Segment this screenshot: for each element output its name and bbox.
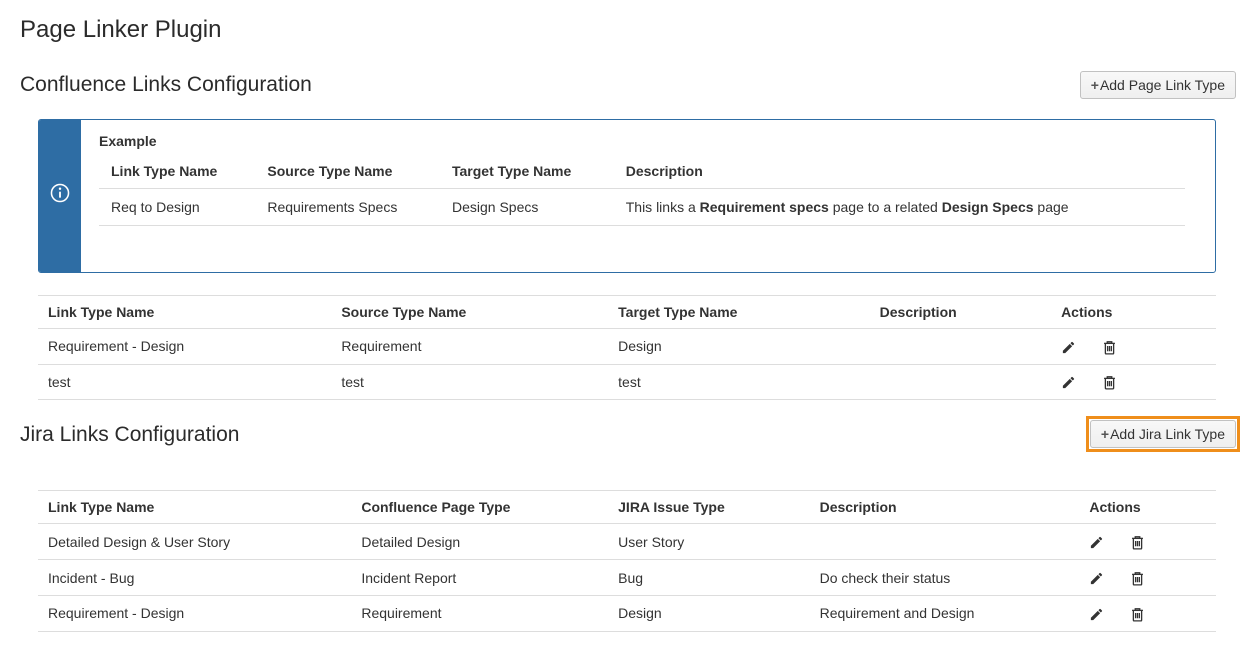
cell-description xyxy=(870,364,1051,400)
edit-icon[interactable] xyxy=(1089,571,1104,586)
info-icon xyxy=(49,182,71,209)
table-header-row: Link Type Name Source Type Name Target T… xyxy=(38,295,1216,328)
table-row: Incident - Bug Incident Report Bug Do ch… xyxy=(38,560,1216,596)
jira-section-heading: Jira Links Configuration xyxy=(20,422,239,447)
add-jira-link-type-label: Add Jira Link Type xyxy=(1110,426,1225,442)
cell-actions xyxy=(1051,328,1216,364)
table-row: Detailed Design & User Story Detailed De… xyxy=(38,524,1216,560)
cell-link-type: Requirement - Design xyxy=(38,595,351,631)
cell-actions xyxy=(1079,560,1216,596)
column-header-target-type: Target Type Name xyxy=(608,295,870,328)
add-page-link-type-button[interactable]: + Add Page Link Type xyxy=(1080,71,1236,99)
edit-icon[interactable] xyxy=(1089,607,1104,622)
delete-icon[interactable] xyxy=(1102,340,1117,355)
cell-page-type: Requirement xyxy=(351,595,608,631)
column-header-source-type: Source Type Name xyxy=(331,295,608,328)
cell-target-type: Design xyxy=(608,328,870,364)
jira-section-header: Jira Links Configuration + Add Jira Link… xyxy=(20,416,1236,452)
cell-target-type: Design Specs xyxy=(440,188,614,225)
column-header-link-type: Link Type Name xyxy=(38,295,331,328)
edit-icon[interactable] xyxy=(1061,340,1076,355)
confluence-links-table: Link Type Name Source Type Name Target T… xyxy=(38,295,1216,401)
cell-source-type: Requirement xyxy=(331,328,608,364)
cell-link-type: Requirement - Design xyxy=(38,328,331,364)
example-row: Req to Design Requirements Specs Design … xyxy=(99,188,1185,225)
add-jira-link-type-button[interactable]: + Add Jira Link Type xyxy=(1090,420,1236,448)
cell-link-type: Detailed Design & User Story xyxy=(38,524,351,560)
page-title: Page Linker Plugin xyxy=(20,16,1236,45)
cell-link-type: Req to Design xyxy=(99,188,255,225)
confluence-section-heading: Confluence Links Configuration xyxy=(20,72,312,97)
cell-source-type: Requirements Specs xyxy=(255,188,440,225)
example-header-row: Link Type Name Source Type Name Target T… xyxy=(99,153,1185,189)
cell-source-type: test xyxy=(331,364,608,400)
delete-icon[interactable] xyxy=(1130,571,1145,586)
delete-icon[interactable] xyxy=(1102,375,1117,390)
plus-icon: + xyxy=(1101,426,1109,442)
cell-actions xyxy=(1079,524,1216,560)
confluence-section-header: Confluence Links Configuration + Add Pag… xyxy=(20,71,1236,99)
cell-page-type: Detailed Design xyxy=(351,524,608,560)
cell-description xyxy=(870,328,1051,364)
example-heading: Example xyxy=(99,133,1185,149)
column-header-page-type: Confluence Page Type xyxy=(351,491,608,524)
example-table: Link Type Name Source Type Name Target T… xyxy=(99,153,1185,226)
cell-page-type: Incident Report xyxy=(351,560,608,596)
table-row: Requirement - Design Requirement Design xyxy=(38,328,1216,364)
cell-issue-type: Bug xyxy=(608,560,809,596)
column-header-description: Description xyxy=(810,491,1080,524)
table-row: test test test xyxy=(38,364,1216,400)
add-page-link-type-label: Add Page Link Type xyxy=(1100,77,1225,93)
cell-target-type: test xyxy=(608,364,870,400)
cell-link-type: test xyxy=(38,364,331,400)
edit-icon[interactable] xyxy=(1061,375,1076,390)
cell-description: Do check their status xyxy=(810,560,1080,596)
column-header-actions: Actions xyxy=(1051,295,1216,328)
cell-actions xyxy=(1079,595,1216,631)
delete-icon[interactable] xyxy=(1130,535,1145,550)
column-header-link-type: Link Type Name xyxy=(99,153,255,189)
column-header-description: Description xyxy=(870,295,1051,328)
cell-issue-type: Design xyxy=(608,595,809,631)
delete-icon[interactable] xyxy=(1130,607,1145,622)
column-header-issue-type: JIRA Issue Type xyxy=(608,491,809,524)
jira-links-table: Link Type Name Confluence Page Type JIRA… xyxy=(38,490,1216,631)
cell-link-type: Incident - Bug xyxy=(38,560,351,596)
cell-actions xyxy=(1051,364,1216,400)
cell-description: This links a Requirement specs page to a… xyxy=(614,188,1185,225)
info-panel: Example Link Type Name Source Type Name … xyxy=(38,119,1216,273)
column-header-link-type: Link Type Name xyxy=(38,491,351,524)
highlight-outline: + Add Jira Link Type xyxy=(1086,416,1240,452)
cell-description xyxy=(810,524,1080,560)
column-header-source-type: Source Type Name xyxy=(255,153,440,189)
plus-icon: + xyxy=(1091,77,1099,93)
cell-issue-type: User Story xyxy=(608,524,809,560)
table-row: Requirement - Design Requirement Design … xyxy=(38,595,1216,631)
info-panel-content: Example Link Type Name Source Type Name … xyxy=(81,120,1215,272)
column-header-target-type: Target Type Name xyxy=(440,153,614,189)
table-header-row: Link Type Name Confluence Page Type JIRA… xyxy=(38,491,1216,524)
column-header-actions: Actions xyxy=(1079,491,1216,524)
column-header-description: Description xyxy=(614,153,1185,189)
edit-icon[interactable] xyxy=(1089,535,1104,550)
cell-description: Requirement and Design xyxy=(810,595,1080,631)
info-panel-sidebar xyxy=(39,120,81,272)
